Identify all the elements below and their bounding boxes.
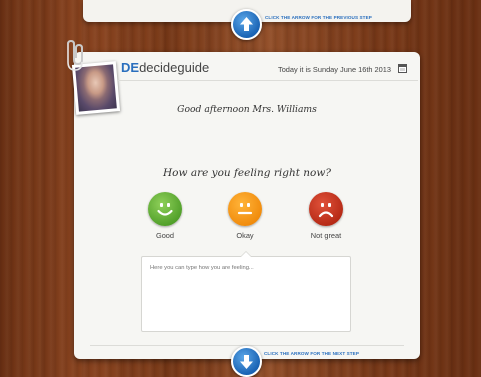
previous-step-hint: CLICK THE ARROW FOR THE PREVIOUS STEP <box>265 15 372 20</box>
paperclip-icon <box>67 40 83 71</box>
mood-good-button[interactable] <box>148 192 182 226</box>
next-step-button[interactable] <box>231 346 262 377</box>
mood-not-great-button[interactable] <box>309 192 343 226</box>
feeling-input[interactable] <box>141 256 351 332</box>
logo-prefix: DE <box>121 60 140 75</box>
app-logo: DEdecideguide <box>121 60 209 75</box>
greeting-text: Good afternoon Mrs. Williams <box>177 104 317 115</box>
happy-face-icon <box>157 203 173 216</box>
arrow-up-icon <box>240 17 253 31</box>
neutral-face-icon <box>237 203 253 215</box>
mood-not-great-label: Not great <box>310 231 342 240</box>
logo-text: decideguide <box>139 60 210 75</box>
next-step-hint: CLICK THE ARROW FOR THE NEXT STEP <box>264 351 360 356</box>
arrow-down-icon <box>240 355 253 369</box>
feeling-question: How are you feeling right now? <box>163 167 331 179</box>
date-text: Today it is Sunday June 16th 2013 <box>278 65 391 74</box>
mood-okay-label: Okay <box>236 231 254 240</box>
previous-step-button[interactable] <box>231 9 262 40</box>
feeling-input-pointer-fill <box>241 252 251 257</box>
mood-okay-button[interactable] <box>228 192 262 226</box>
mood-good-label: Good <box>155 231 175 240</box>
sad-face-icon <box>318 203 334 218</box>
calendar-icon[interactable] <box>398 64 407 73</box>
header-divider <box>118 80 418 81</box>
